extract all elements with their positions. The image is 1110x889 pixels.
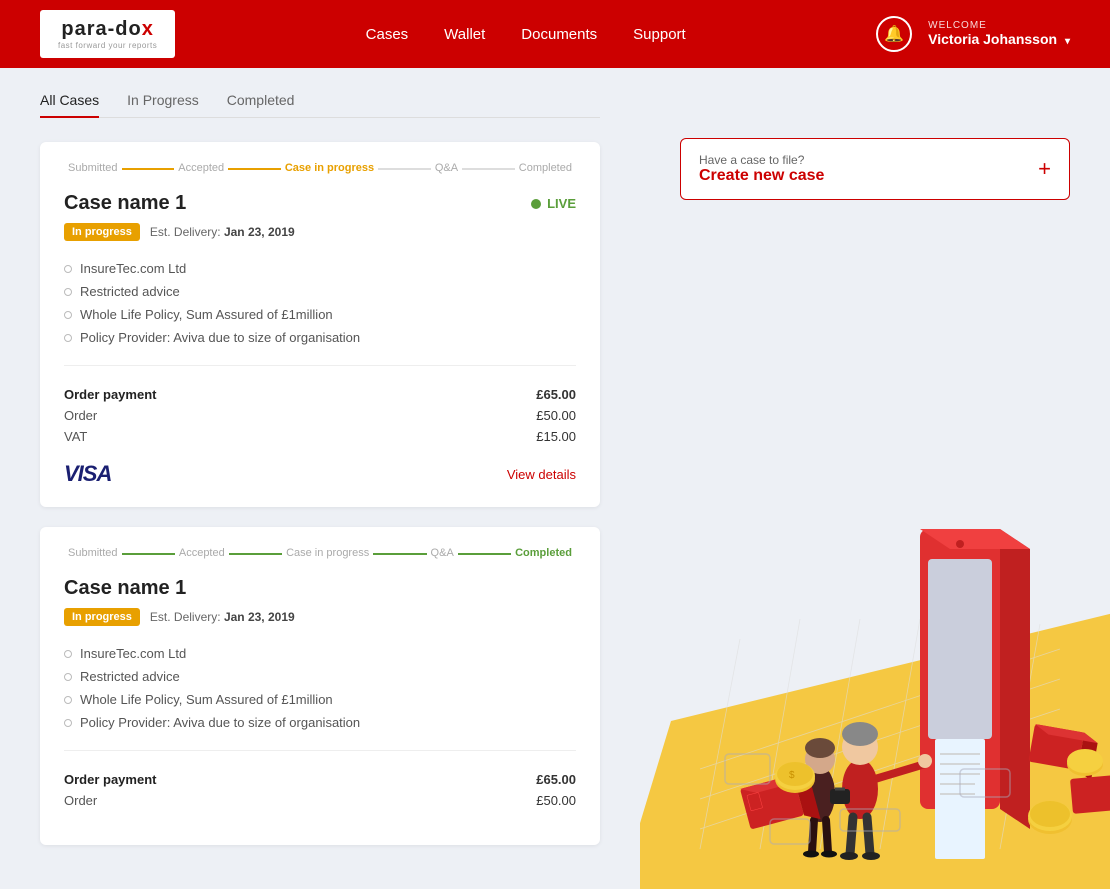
welcome-area: WELCOME Victoria Johansson ▾ [928, 20, 1070, 49]
tabs: All Cases In Progress Completed [40, 92, 600, 118]
step-submitted: Submitted [64, 162, 122, 174]
status-badge-1: In progress [64, 223, 140, 241]
step-completed-2: Completed [511, 547, 576, 559]
card-view-row-1: VISA View details [64, 461, 576, 487]
bullet-icon [64, 265, 72, 273]
create-case-text: Have a case to file? Create new case [699, 153, 824, 185]
nav-support[interactable]: Support [633, 26, 686, 43]
list-item: InsureTec.com Ltd [64, 642, 576, 665]
welcome-name: Victoria Johansson ▾ [928, 31, 1070, 47]
payment-row-order-2: Order £50.00 [64, 790, 576, 811]
main-wrapper: All Cases In Progress Completed Submitte… [0, 68, 1110, 889]
step-submitted-2: Submitted [64, 547, 122, 559]
payment-row-order: Order £50.00 [64, 405, 576, 426]
notification-bell-button[interactable]: 🔔 [876, 16, 912, 52]
bell-icon: 🔔 [884, 24, 904, 44]
list-item: InsureTec.com Ltd [64, 257, 576, 280]
tab-in-progress[interactable]: In Progress [127, 92, 199, 118]
case-title-2: Case name 1 [64, 577, 186, 600]
case-header-2: Case name 1 [64, 577, 576, 600]
step-accepted: Accepted [174, 162, 228, 174]
right-panel: Have a case to file? Create new case + [640, 68, 1110, 889]
chevron-down-icon: ▾ [1065, 36, 1070, 47]
visa-logo-1: VISA [64, 461, 111, 487]
view-details-link-1[interactable]: View details [507, 467, 576, 482]
payment-rows-1: Order payment £65.00 Order £50.00 VAT £1… [64, 384, 576, 447]
list-item: Restricted advice [64, 280, 576, 303]
delivery-date-2: Est. Delivery: Jan 23, 2019 [150, 610, 295, 624]
step-qa-2: Q&A [427, 547, 458, 559]
live-dot-icon [531, 199, 541, 209]
bullet-icon [64, 650, 72, 658]
have-case-label: Have a case to file? [699, 153, 824, 167]
plus-icon: + [1038, 156, 1051, 182]
step-accepted-2: Accepted [175, 547, 229, 559]
bullet-icon [64, 719, 72, 727]
left-panel: All Cases In Progress Completed Submitte… [0, 68, 640, 889]
bullet-icon [64, 334, 72, 342]
step-qa: Q&A [431, 162, 462, 174]
header: para-dox fast forward your reports Cases… [0, 0, 1110, 68]
payment-row-vat: VAT £15.00 [64, 426, 576, 447]
list-item: Restricted advice [64, 665, 576, 688]
welcome-label: WELCOME [928, 20, 1070, 31]
logo-tagline: fast forward your reports [58, 41, 157, 50]
step-case-in-progress: Case in progress [281, 162, 378, 174]
svg-text:$: $ [789, 770, 795, 781]
case-details-list-1: InsureTec.com Ltd Restricted advice Whol… [64, 257, 576, 366]
nav-wallet[interactable]: Wallet [444, 26, 485, 43]
case-meta-2: In progress Est. Delivery: Jan 23, 2019 [64, 608, 576, 626]
case-title-1: Case name 1 [64, 192, 186, 215]
illustration: $ [640, 469, 1110, 889]
delivery-date-1: Est. Delivery: Jan 23, 2019 [150, 225, 295, 239]
tab-all-cases[interactable]: All Cases [40, 92, 99, 118]
status-badge-2: In progress [64, 608, 140, 626]
nav: Cases Wallet Documents Support [366, 26, 686, 43]
case-meta-1: In progress Est. Delivery: Jan 23, 2019 [64, 223, 576, 241]
create-case-label: Create new case [699, 167, 824, 185]
bullet-icon [64, 288, 72, 296]
bullet-icon [64, 696, 72, 704]
logo: para-dox fast forward your reports [40, 10, 175, 58]
case-header-1: Case name 1 LIVE [64, 192, 576, 215]
list-item: Whole Life Policy, Sum Assured of £1mill… [64, 688, 576, 711]
create-case-box[interactable]: Have a case to file? Create new case + [680, 138, 1070, 200]
logo-text: para-dox [61, 18, 153, 41]
progress-steps-1: Submitted Accepted Case in progress Q&A … [64, 162, 576, 174]
payment-row-total: Order payment £65.00 [64, 384, 576, 405]
list-item: Policy Provider: Aviva due to size of or… [64, 711, 576, 734]
live-label-1: LIVE [547, 196, 576, 211]
case-card-2: Submitted Accepted Case in progress Q&A … [40, 527, 600, 845]
progress-steps-2: Submitted Accepted Case in progress Q&A … [64, 547, 576, 559]
case-details-list-2: InsureTec.com Ltd Restricted advice Whol… [64, 642, 576, 751]
nav-cases[interactable]: Cases [366, 26, 409, 43]
payment-rows-2: Order payment £65.00 Order £50.00 [64, 769, 576, 811]
bullet-icon [64, 311, 72, 319]
step-completed: Completed [515, 162, 576, 174]
user-area: 🔔 WELCOME Victoria Johansson ▾ [876, 16, 1070, 52]
list-item: Policy Provider: Aviva due to size of or… [64, 326, 576, 349]
step-case-in-progress-2: Case in progress [282, 547, 373, 559]
tab-completed[interactable]: Completed [227, 92, 295, 118]
live-badge-1: LIVE [531, 196, 576, 211]
iso-illustration: $ [640, 469, 1110, 889]
list-item: Whole Life Policy, Sum Assured of £1mill… [64, 303, 576, 326]
bullet-icon [64, 673, 72, 681]
case-card-1: Submitted Accepted Case in progress Q&A … [40, 142, 600, 507]
nav-documents[interactable]: Documents [521, 26, 597, 43]
payment-row-total-2: Order payment £65.00 [64, 769, 576, 790]
